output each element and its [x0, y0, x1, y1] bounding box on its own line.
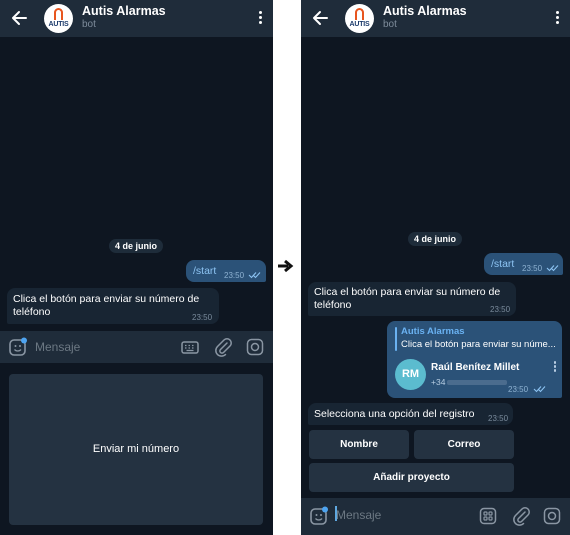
- outgoing-message[interactable]: /start 23:50: [186, 260, 266, 282]
- chat-header: AUTIS Autis Alarmas bot: [0, 0, 273, 37]
- chat-subtitle: bot: [82, 19, 96, 30]
- contact-name[interactable]: Raúl Benítez Millet: [431, 362, 519, 373]
- chat-screen-after: AUTIS Autis Alarmas bot 4 de junio /star…: [301, 0, 570, 535]
- back-arrow-icon[interactable]: [10, 8, 28, 28]
- message-time: 23:50: [488, 414, 509, 423]
- camera-icon[interactable]: [542, 506, 562, 526]
- date-separator: 4 de junio: [109, 239, 164, 253]
- incoming-message[interactable]: Clica el botón para enviar su número de …: [7, 288, 219, 324]
- message-time: 23:50: [192, 313, 213, 322]
- incoming-message[interactable]: Clica el botón para enviar su número de …: [308, 282, 516, 316]
- message-input[interactable]: Mensaje: [35, 340, 80, 354]
- message-text-line: teléfono: [13, 306, 51, 318]
- date-separator: 4 de junio: [408, 232, 463, 246]
- message-input-bar: Mensaje: [301, 498, 570, 535]
- message-text[interactable]: /start: [491, 258, 514, 271]
- reply-author[interactable]: Autis Alarmas: [401, 326, 465, 337]
- contact-phone: +34: [431, 377, 508, 387]
- chat-subtitle: bot: [383, 19, 397, 30]
- message-time: 23:50: [508, 385, 529, 394]
- back-arrow-icon[interactable]: [311, 8, 329, 28]
- chat-header: AUTIS Autis Alarmas bot: [301, 0, 570, 37]
- bot-keyboard: Enviar mi número: [0, 364, 273, 535]
- message-time: 23:50: [522, 264, 543, 273]
- option-button-nombre[interactable]: Nombre: [309, 430, 409, 459]
- chat-screen-before: AUTIS Autis Alarmas bot 4 de junio /star…: [0, 0, 273, 535]
- attach-icon[interactable]: [213, 337, 233, 357]
- contact-avatar[interactable]: RM: [395, 359, 426, 390]
- logo-arch-icon: [355, 8, 364, 20]
- message-text[interactable]: /start: [193, 265, 216, 278]
- shared-contact-message[interactable]: Autis Alarmas Clica el botón para enviar…: [387, 321, 562, 398]
- sticker-icon[interactable]: [309, 506, 329, 526]
- read-ticks-icon: [533, 386, 546, 393]
- attach-icon[interactable]: [511, 506, 531, 526]
- more-vertical-icon[interactable]: [553, 361, 557, 373]
- bot-keyboard-icon[interactable]: [478, 506, 498, 526]
- bot-avatar[interactable]: AUTIS: [44, 4, 73, 33]
- chat-title[interactable]: Autis Alarmas: [383, 4, 467, 18]
- message-input[interactable]: Mensaje: [336, 508, 381, 522]
- message-input-bar: Mensaje: [0, 331, 273, 363]
- read-ticks-icon: [248, 272, 261, 279]
- message-text-line: teléfono: [314, 299, 352, 311]
- message-text-line: Clica el botón para enviar su número de: [314, 286, 501, 298]
- message-text-line: Clica el botón para enviar su número de: [13, 293, 200, 305]
- more-vertical-icon[interactable]: [554, 11, 560, 25]
- send-my-number-button[interactable]: Enviar mi número: [9, 374, 263, 525]
- arrow-right-icon: [278, 259, 294, 273]
- incoming-message[interactable]: Selecciona una opción del registro 23:50: [308, 403, 513, 425]
- keyboard-icon[interactable]: [180, 337, 200, 357]
- logo-text: AUTIS: [48, 21, 69, 28]
- chat-title[interactable]: Autis Alarmas: [82, 4, 166, 18]
- option-button-correo[interactable]: Correo: [414, 430, 514, 459]
- sticker-icon[interactable]: [8, 337, 28, 357]
- message-text: Selecciona una opción del registro: [314, 408, 475, 420]
- reply-preview[interactable]: Clica el botón para enviar su núme...: [401, 339, 557, 350]
- message-time: 23:50: [224, 271, 245, 280]
- more-vertical-icon[interactable]: [257, 11, 263, 25]
- logo-arch-icon: [54, 8, 63, 20]
- bot-avatar[interactable]: AUTIS: [345, 4, 374, 33]
- reply-indicator: [395, 327, 397, 351]
- camera-icon[interactable]: [245, 337, 265, 357]
- outgoing-message[interactable]: /start 23:50: [484, 253, 563, 275]
- message-time: 23:50: [490, 305, 511, 314]
- redacted-number: [447, 380, 508, 386]
- option-button-add-project[interactable]: Añadir proyecto: [309, 463, 514, 492]
- read-ticks-icon: [546, 265, 559, 272]
- logo-text: AUTIS: [349, 21, 370, 28]
- phone-prefix: +34: [431, 377, 446, 387]
